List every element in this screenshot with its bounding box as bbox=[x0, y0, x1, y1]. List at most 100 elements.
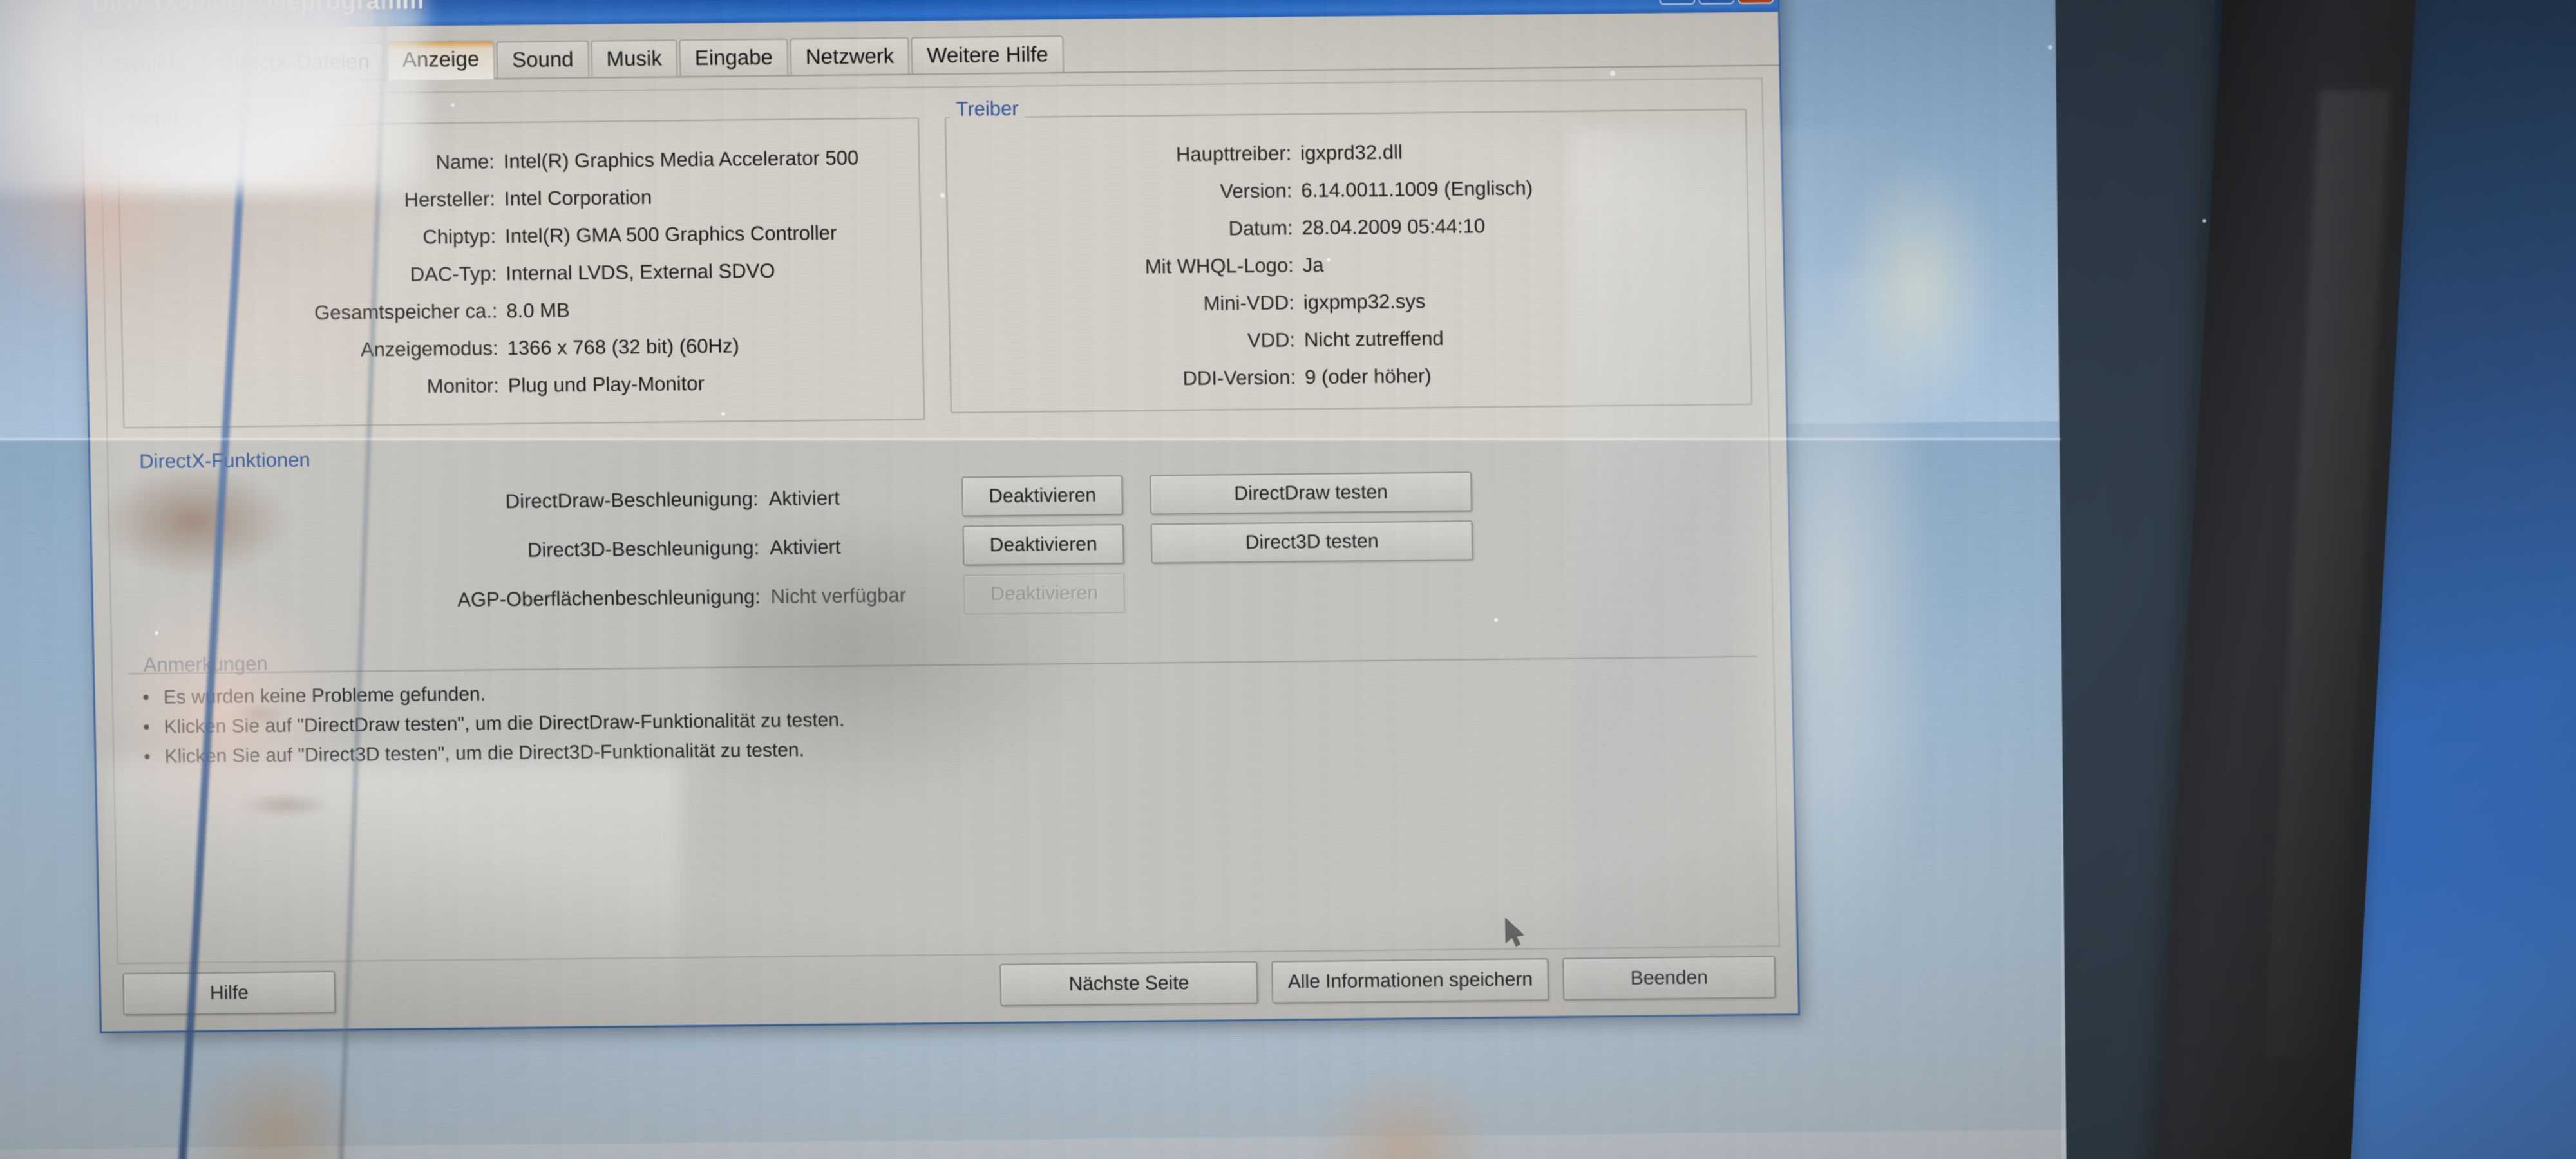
group-frame-treiber: Haupttreiber: igxprd32.dll Version: 6.14… bbox=[944, 108, 1753, 413]
device-row-gesamtspeicher: Gesamtspeicher ca.: 8.0 MB bbox=[138, 296, 905, 326]
row-value: 8.0 MB bbox=[506, 299, 571, 323]
row-label: Monitor: bbox=[426, 374, 500, 398]
directdraw-toggle-button[interactable]: Deaktivieren bbox=[961, 475, 1124, 517]
tab-label: Netzwerk bbox=[805, 43, 895, 69]
bullet-icon: • bbox=[142, 686, 150, 709]
driver-row-haupttreiber: Haupttreiber: igxprd32.dll bbox=[963, 137, 1730, 168]
note-text: Klicken Sie auf "DirectDraw testen", um … bbox=[164, 709, 845, 738]
row-value: Ja bbox=[1302, 253, 1324, 277]
row-label: Direct3D-Beschleunigung: bbox=[527, 536, 760, 561]
notes-list: • Es wurden keine Probleme gefunden. • K… bbox=[128, 655, 1760, 796]
directx-diagnostic-dialog: DirectX-Diagnoseprogramm ✕ System Direct… bbox=[79, 0, 1801, 1033]
close-button[interactable]: ✕ bbox=[1737, 0, 1774, 5]
tab-eingabe[interactable]: Eingabe bbox=[679, 38, 789, 77]
row-value: Aktiviert bbox=[768, 486, 840, 510]
row-value: 9 (oder höher) bbox=[1304, 364, 1432, 389]
driver-row-datum: Datum: 28.04.2009 05:44:10 bbox=[965, 212, 1731, 243]
group-legend-geraet: Gerät bbox=[122, 106, 185, 130]
group-treiber: Treiber Haupttreiber: igxprd32.dll Versi… bbox=[944, 90, 1753, 420]
tab-label: Eingabe bbox=[694, 44, 773, 70]
dust-speck bbox=[232, 155, 236, 159]
button-bar-spacer bbox=[350, 985, 986, 992]
tab-anzeige[interactable]: Anzeige bbox=[386, 40, 495, 81]
row-label: Mit WHQL-Logo: bbox=[1144, 254, 1294, 278]
tab-system[interactable]: System bbox=[100, 44, 203, 82]
row-label: DirectDraw-Beschleunigung: bbox=[505, 487, 759, 513]
row-label: Anzeigemodus: bbox=[360, 337, 498, 361]
maximize-button[interactable] bbox=[1698, 0, 1735, 5]
group-frame-geraet: Name: Intel(R) Graphics Media Accelerato… bbox=[117, 117, 925, 429]
dust-speck bbox=[155, 631, 158, 635]
tab-weitere-hilfe[interactable]: Weitere Hilfe bbox=[911, 35, 1065, 74]
tab-label: System bbox=[115, 51, 187, 76]
dust-speck bbox=[1610, 71, 1615, 76]
dust-speck bbox=[2048, 45, 2052, 50]
row-label: AGP-Oberflächenbeschleunigung: bbox=[457, 585, 761, 611]
dust-speck bbox=[1494, 618, 1498, 622]
row-value: Aktiviert bbox=[769, 535, 841, 559]
section-directx-funktionen: DirectX-Funktionen DirectDraw-Beschleuni… bbox=[124, 433, 1757, 628]
direct3d-test-button[interactable]: Direct3D testen bbox=[1150, 520, 1473, 564]
device-row-chiptyp: Chiptyp: Intel(R) GMA 500 Graphics Contr… bbox=[137, 221, 904, 252]
directdraw-test-button[interactable]: DirectDraw testen bbox=[1150, 471, 1473, 515]
row-label: Hersteller: bbox=[404, 187, 496, 211]
dust-speck bbox=[940, 193, 945, 198]
quit-button[interactable]: Beenden bbox=[1562, 956, 1776, 1001]
device-row-dac-typ: DAC-Typ: Internal LVDS, External SDVO bbox=[138, 258, 904, 289]
row-value: Intel(R) GMA 500 Graphics Controller bbox=[504, 221, 837, 248]
photo-scene: DirectX-Diagnoseprogramm ✕ System Direct… bbox=[0, 0, 2576, 1159]
help-button[interactable]: Hilfe bbox=[122, 970, 336, 1016]
tab-sound[interactable]: Sound bbox=[496, 40, 590, 79]
dust-speck bbox=[2202, 219, 2206, 223]
device-row-monitor: Monitor: Plug und Play-Monitor bbox=[140, 370, 907, 401]
tab-netzwerk[interactable]: Netzwerk bbox=[790, 37, 910, 75]
row-value: 1366 x 768 (32 bit) (60Hz) bbox=[507, 334, 740, 360]
window-controls: ✕ bbox=[1658, 0, 1774, 5]
row-value: 6.14.0011.1009 (Englisch) bbox=[1301, 176, 1533, 202]
group-legend-directx-funktionen: DirectX-Funktionen bbox=[132, 448, 317, 474]
direct3d-toggle-button[interactable]: Deaktivieren bbox=[962, 524, 1124, 566]
tab-musik[interactable]: Musik bbox=[590, 39, 678, 77]
row-label: Chiptyp: bbox=[422, 225, 497, 249]
tab-page-anzeige: Gerät Name: Intel(R) Graphics Media Acce… bbox=[99, 77, 1780, 965]
device-row-anzeigemodus: Anzeigemodus: 1366 x 768 (32 bit) (60Hz) bbox=[140, 333, 906, 364]
row-value: Plug und Play-Monitor bbox=[507, 372, 705, 397]
row-value: igxprd32.dll bbox=[1300, 140, 1403, 165]
row-label: Mini-VDD: bbox=[1203, 291, 1295, 315]
row-label: Name: bbox=[435, 150, 495, 174]
mouse-pointer-icon bbox=[1505, 918, 1524, 947]
row-value: Internal LVDS, External SDVO bbox=[505, 259, 775, 285]
row-value: Nicht verfügbar bbox=[770, 583, 907, 608]
group-legend-treiber: Treiber bbox=[949, 97, 1026, 121]
tab-directx-dateien[interactable]: DirectX-Dateien bbox=[204, 42, 386, 82]
group-legend-anmerkungen: Anmerkungen bbox=[143, 652, 269, 677]
minimize-button[interactable] bbox=[1658, 0, 1696, 5]
dust-speck bbox=[721, 412, 725, 416]
tab-label: Sound bbox=[511, 47, 574, 72]
tab-label: Anzeige bbox=[402, 46, 480, 71]
dust-speck bbox=[451, 103, 455, 107]
driver-row-vdd: VDD: Nicht zutreffend bbox=[967, 324, 1734, 355]
driver-row-whql: Mit WHQL-Logo: Ja bbox=[965, 249, 1732, 280]
next-page-button[interactable]: Nächste Seite bbox=[999, 961, 1258, 1007]
row-value: Intel Corporation bbox=[504, 185, 652, 211]
row-value: 28.04.2009 05:44:10 bbox=[1302, 214, 1486, 240]
agp-toggle-button: Deaktivieren bbox=[963, 573, 1126, 615]
bullet-icon: • bbox=[143, 716, 151, 739]
device-row-hersteller: Hersteller: Intel Corporation bbox=[137, 184, 903, 214]
directx-feature-rows: DirectDraw-Beschleunigung: Aktiviert Dea… bbox=[124, 464, 1757, 628]
row-label: Datum: bbox=[1228, 216, 1293, 240]
dust-speck bbox=[1327, 258, 1331, 261]
laptop-screen: DirectX-Diagnoseprogramm ✕ System Direct… bbox=[0, 0, 2067, 1159]
row-label: Haupttreiber: bbox=[1175, 142, 1292, 166]
section-anmerkungen: Anmerkungen • Es wurden keine Probleme g… bbox=[128, 637, 1760, 796]
group-geraet: Gerät Name: Intel(R) Graphics Media Acce… bbox=[117, 98, 925, 429]
row-label: Version: bbox=[1220, 179, 1293, 203]
driver-row-version: Version: 6.14.0011.1009 (Englisch) bbox=[964, 174, 1730, 205]
row-value: igxpmp32.sys bbox=[1303, 290, 1426, 314]
save-all-information-button[interactable]: Alle Informationen speichern bbox=[1271, 958, 1549, 1004]
note-text: Klicken Sie auf "Direct3D testen", um di… bbox=[164, 739, 805, 768]
info-groups: Gerät Name: Intel(R) Graphics Media Acce… bbox=[117, 84, 1753, 429]
row-label: VDD: bbox=[1247, 328, 1296, 352]
driver-row-mini-vdd: Mini-VDD: igxpmp32.sys bbox=[966, 287, 1732, 317]
